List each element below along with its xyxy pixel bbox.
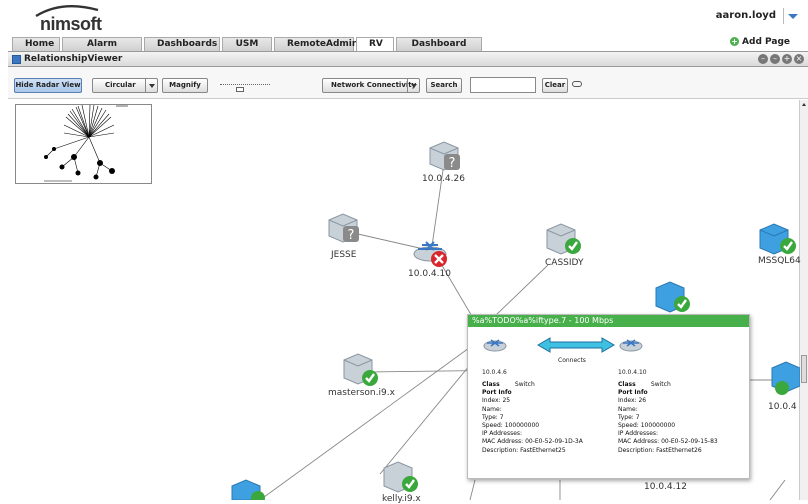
node-10-0-4-26[interactable]: ? 10.0.4.26 <box>422 140 465 184</box>
server-ok-icon <box>759 223 796 255</box>
class-label: Class <box>618 381 636 388</box>
node-server-bottom-left[interactable] <box>230 478 270 504</box>
port-line: Description: FastEthernet25 <box>482 446 566 454</box>
node-jesse[interactable]: ? JESSE <box>327 212 361 260</box>
port-line: Index: 26 <box>618 397 647 405</box>
node-masterson[interactable]: masterson.i9.x <box>328 352 395 398</box>
node-label: CASSIDY <box>545 258 584 268</box>
node-label: 10.0.4 <box>768 402 797 412</box>
right-device-label: 10.0.4.10 <box>618 369 647 376</box>
port-line: MAC Address: 00-E0-52-09-15-83 <box>618 438 718 446</box>
port-line: Name: <box>482 405 502 413</box>
svg-text:?: ? <box>348 228 355 243</box>
node-mssql64[interactable]: MSSQL64 <box>758 222 801 266</box>
node-label: MSSQL64 <box>758 256 801 266</box>
port-line: Speed: 100000000 <box>618 422 676 430</box>
node-label: 10.0.4.10 <box>408 269 451 279</box>
svg-text:?: ? <box>449 156 456 171</box>
node-label: 10.0.4.12 <box>644 482 687 492</box>
server-ok-icon <box>383 461 418 493</box>
port-line: Description: FastEthernet26 <box>618 446 702 454</box>
node-server-upper-right[interactable] <box>654 280 692 317</box>
server-ok-icon <box>231 479 265 504</box>
port-line: Type: 7 <box>618 413 640 421</box>
connects-label: Connects <box>558 357 586 364</box>
port-line: IP Addresses: <box>618 430 659 438</box>
port-line: Name: <box>618 405 638 413</box>
switch-ok-icon <box>771 361 801 395</box>
switch-icon <box>619 339 643 352</box>
right-port-info: Class Switch Port Info Index: 26 Name: T… <box>618 381 753 455</box>
switch-icon <box>483 339 507 352</box>
server-ok-icon <box>655 281 690 313</box>
server-ok-icon <box>546 223 581 255</box>
node-10-0-4-right[interactable]: 10.0.4 <box>768 360 801 412</box>
port-info-label: Port Info <box>482 389 512 397</box>
popup-title: %a%TODO%a%iftype.7 - 100 Mbps <box>468 315 749 327</box>
class-label: Class <box>482 381 500 388</box>
server-unknown-icon: ? <box>429 141 460 171</box>
node-label: JESSE <box>331 250 357 260</box>
node-kelly[interactable]: kelly.i9.x <box>382 460 422 504</box>
class-value: Switch <box>514 381 535 388</box>
port-line: IP Addresses: <box>482 430 523 438</box>
node-label: 10.0.4.26 <box>422 174 465 184</box>
port-line: MAC Address: 00-E0-52-09-1D-3A <box>482 438 583 446</box>
class-value: Switch <box>650 381 671 388</box>
server-ok-icon <box>343 353 378 386</box>
radar-view[interactable] <box>15 104 152 184</box>
server-unknown-icon: ? <box>328 213 359 243</box>
node-label: masterson.i9.x <box>328 388 395 398</box>
node-cassidy[interactable]: CASSIDY <box>545 222 583 268</box>
connection-detail-popup[interactable]: %a%TODO%a%iftype.7 - 100 Mbps Connects 1… <box>467 314 750 479</box>
left-port-info: Class Switch Port Info Index: 25 Name: T… <box>482 381 617 455</box>
node-label: kelly.i9.x <box>382 494 421 504</box>
port-line: Index: 25 <box>482 397 511 405</box>
port-info-label: Port Info <box>618 389 648 397</box>
radar-minimap-icon <box>44 104 128 182</box>
port-line: Speed: 100000000 <box>482 422 540 430</box>
left-device-label: 10.0.4.6 <box>482 369 507 376</box>
switch-critical-icon <box>413 241 447 267</box>
connects-arrow-icon <box>537 337 615 353</box>
node-10-0-4-10[interactable]: 10.0.4.10 <box>408 236 451 279</box>
port-line: Type: 7 <box>482 413 504 421</box>
